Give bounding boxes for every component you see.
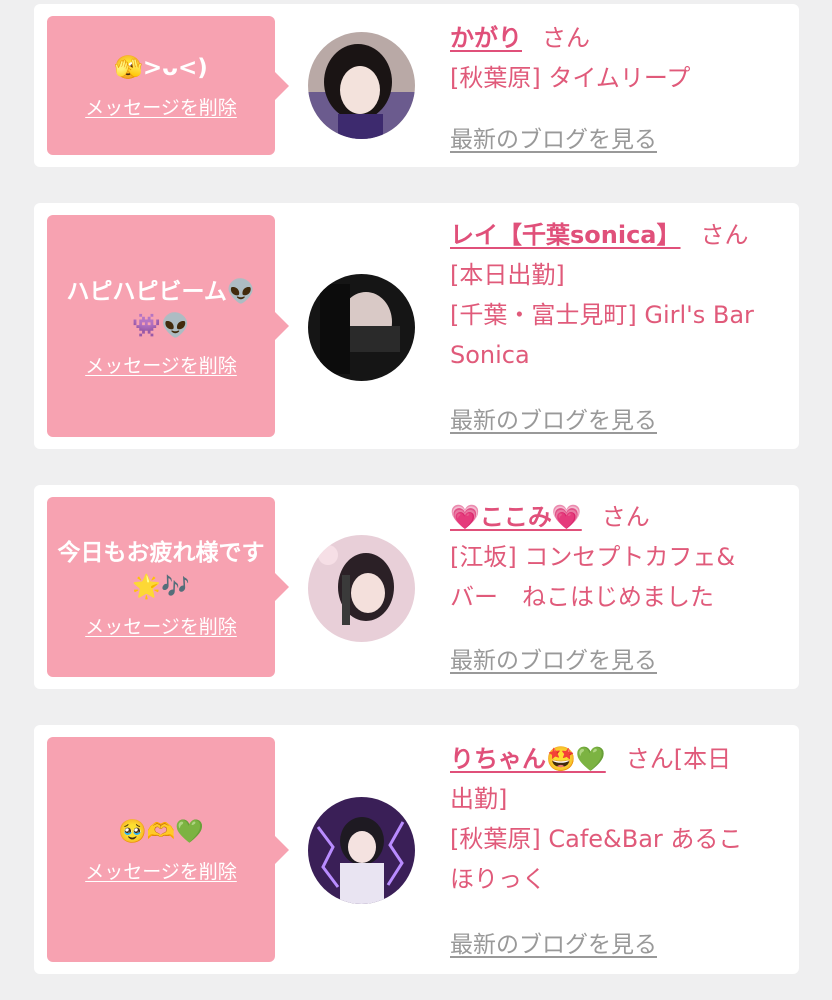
honorific: さん[本日 [625,745,732,773]
cast-shop: [江坂] コンセプトカフェ& [450,543,736,571]
delete-message-button[interactable]: メッセージを削除 [85,612,237,639]
latest-blog-link[interactable]: 最新のブログを見る [450,401,657,435]
favorite-cast-list: 🫣>ᴗ<) メッセージを削除 かがり さん [秋葉原] タイムリープ 最新のブログ… [0,0,832,1000]
avatar[interactable] [308,32,415,139]
cast-shop-cont: ほりっく [450,865,546,893]
cast-info: 💗ここみ💗 さん [江坂] コンセプトカフェ& バー ねこはじめました [450,497,783,617]
cast-shop-cont: バー ねこはじめました [450,583,714,611]
cast-shop: [秋葉原] タイムリープ [450,64,691,92]
cast-shop-cont: Sonica [450,341,530,369]
honorific: さん [601,503,650,531]
cast-name-link[interactable]: りちゃん🤩💚 [450,745,606,773]
latest-blog-link[interactable]: 最新のブログを見る [450,641,657,675]
cast-card: 今日もお疲れ様です🌟🎶 メッセージを削除 💗ここみ💗 さん [江坂] コンセプトカ… [34,485,799,689]
honorific: さん [542,24,590,52]
avatar[interactable] [308,797,415,904]
cast-name-link[interactable]: かがり [450,24,522,52]
cast-info: かがり さん [秋葉原] タイムリープ [450,18,783,98]
cast-card: ハピハピビーム👽👾👽 メッセージを削除 レイ【千葉sonica】 さん [本日出勤… [34,203,799,449]
avatar-photo-icon [308,797,415,904]
cast-status: 出勤] [450,785,508,813]
cast-status: [本日出勤] [450,261,565,289]
avatar-photo-icon [308,274,415,381]
cast-info: りちゃん🤩💚 さん[本日 出勤] [秋葉原] Cafe&Bar あるこ ほりっく [450,739,783,899]
cast-shop: [千葉・富士見町] Girl's Bar [450,301,754,329]
message-text: 今日もお疲れ様です🌟🎶 [57,539,265,600]
avatar[interactable] [308,274,415,381]
avatar-photo-icon [308,32,415,139]
message-bubble: ハピハピビーム👽👾👽 メッセージを削除 [47,215,275,437]
latest-blog-link[interactable]: 最新のブログを見る [450,925,657,959]
message-bubble: 🥹🫶💚 メッセージを削除 [47,737,275,962]
cast-card: 🥹🫶💚 メッセージを削除 りちゃん🤩💚 さん[本日 出勤] [秋葉原] Cafe&… [34,725,799,974]
avatar[interactable] [308,535,415,642]
cast-card: 🫣>ᴗ<) メッセージを削除 かがり さん [秋葉原] タイムリープ 最新のブログ… [34,4,799,167]
message-bubble: 🫣>ᴗ<) メッセージを削除 [47,16,275,155]
honorific: さん [700,221,749,249]
message-text: 🥹🫶💚 [118,819,204,845]
cast-name-link[interactable]: 💗ここみ💗 [450,503,582,531]
cast-name-link[interactable]: レイ【千葉sonica】 [450,221,681,249]
delete-message-button[interactable]: メッセージを削除 [85,93,237,120]
message-text: 🫣>ᴗ<) [114,55,208,81]
cast-shop: [秋葉原] Cafe&Bar あるこ [450,825,743,853]
latest-blog-link[interactable]: 最新のブログを見る [450,120,657,154]
cast-info: レイ【千葉sonica】 さん [本日出勤] [千葉・富士見町] Girl's B… [450,215,783,375]
avatar-photo-icon [308,535,415,642]
delete-message-button[interactable]: メッセージを削除 [85,857,237,884]
delete-message-button[interactable]: メッセージを削除 [85,351,237,378]
message-text: ハピハピビーム👽👾👽 [66,278,256,339]
message-bubble: 今日もお疲れ様です🌟🎶 メッセージを削除 [47,497,275,677]
